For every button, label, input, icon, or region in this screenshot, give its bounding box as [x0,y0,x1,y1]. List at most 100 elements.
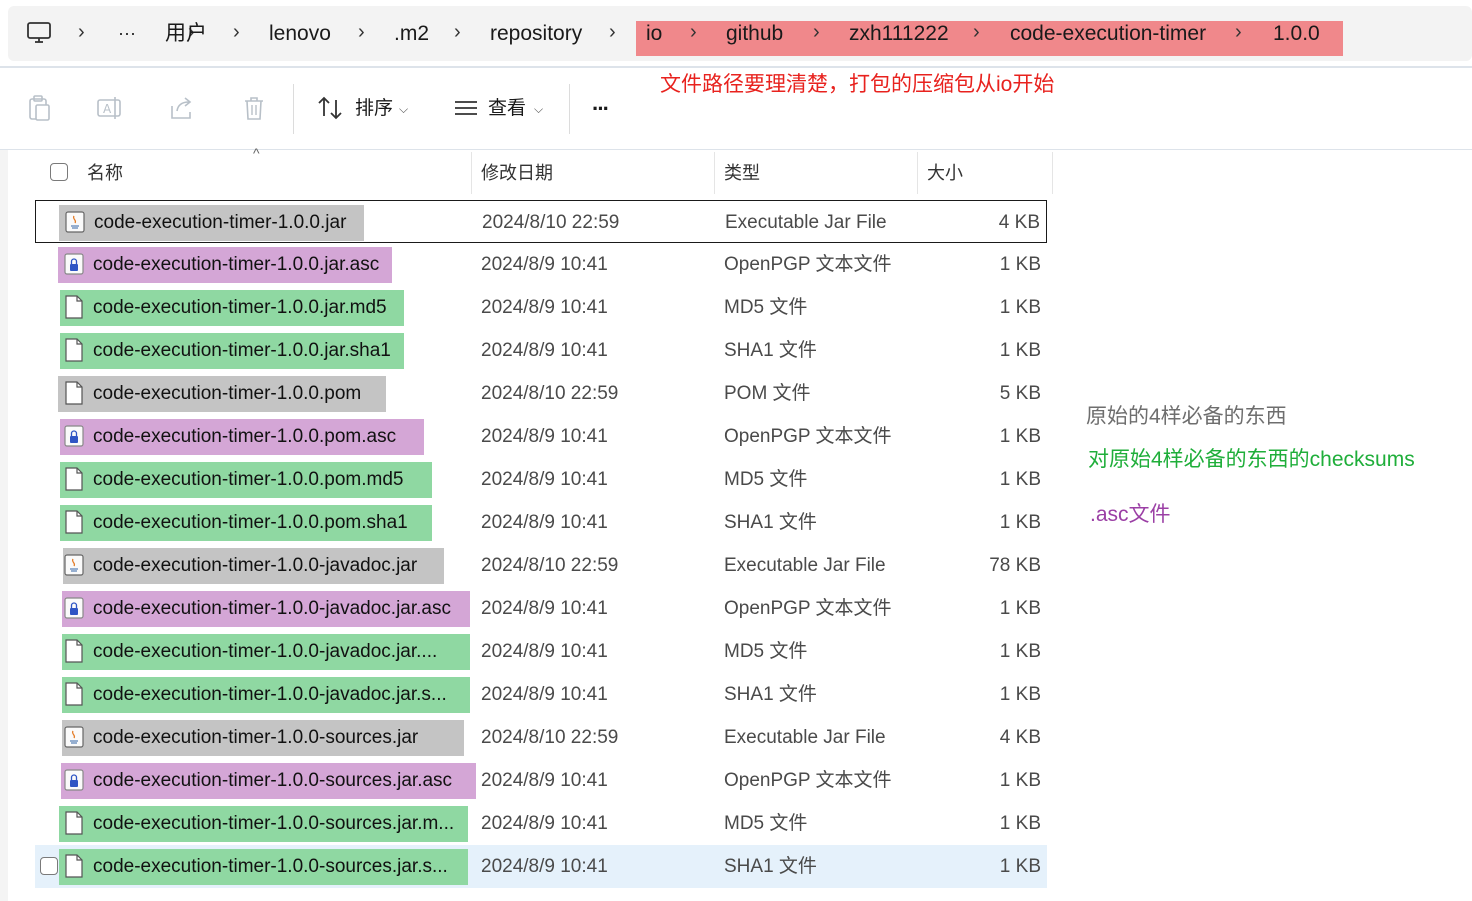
address-bar[interactable]: › ··· › 用户 › lenovo › .m2 › repository ›… [8,6,1472,61]
column-separator[interactable] [1052,152,1053,194]
delete-icon[interactable] [240,94,268,122]
chevron-right-icon[interactable]: › [454,6,461,61]
file-type: OpenPGP 文本文件 [724,426,892,447]
file-date: 2024/8/9 10:41 [481,598,608,619]
file-size: 1 KB [999,340,1041,361]
file-size: 1 KB [999,684,1041,705]
column-header-type[interactable]: 类型 [724,158,760,188]
file-type: Executable Jar File [724,555,886,576]
file-name: code-execution-timer-1.0.0.pom [93,383,362,404]
chevron-right-icon[interactable]: › [690,6,697,61]
lock-file-icon [64,768,84,792]
rename-icon[interactable]: A [96,94,124,122]
chevron-right-icon[interactable]: › [973,6,980,61]
file-icon [64,811,84,835]
more-options-button[interactable]: ··· [592,95,610,123]
file-icon [64,338,84,362]
file-size: 4 KB [998,212,1040,233]
file-type: MD5 文件 [724,469,808,490]
file-icon [64,467,84,491]
file-row[interactable]: code-execution-timer-1.0.0.pom.asc 2024/8… [35,415,1047,458]
chevron-right-icon[interactable]: › [609,6,616,61]
chevron-right-icon[interactable]: › [358,6,365,61]
file-size: 1 KB [999,813,1041,834]
breadcrumb-item-github[interactable]: github [726,6,783,61]
file-size: 1 KB [999,512,1041,533]
file-icon [64,295,84,319]
column-separator[interactable] [471,152,472,194]
view-button[interactable]: 查看 [488,95,526,123]
chevron-right-icon[interactable]: › [813,6,820,61]
file-name: code-execution-timer-1.0.0-sources.jar.s… [93,856,448,877]
file-date: 2024/8/9 10:41 [481,770,608,791]
chevron-right-icon[interactable]: › [233,6,240,61]
select-all-checkbox[interactable] [50,163,68,181]
file-row[interactable]: code-execution-timer-1.0.0-sources.jar.a… [35,759,1047,802]
file-row[interactable]: code-execution-timer-1.0.0.jar.asc 2024/8… [35,243,1047,286]
file-row[interactable]: code-execution-timer-1.0.0-sources.jar.s… [35,845,1047,888]
file-row[interactable]: code-execution-timer-1.0.0.pom.sha1 2024/… [35,501,1047,544]
navigation-pane-edge [0,150,8,901]
breadcrumb-item-version[interactable]: 1.0.0 [1273,6,1320,61]
file-row[interactable]: code-execution-timer-1.0.0.jar.md5 2024/8… [35,286,1047,329]
chevron-right-icon[interactable]: › [1235,6,1242,61]
toolbar-divider [0,149,1472,150]
chevron-down-icon[interactable]: ⌵ [534,95,543,123]
breadcrumb-item-io[interactable]: io [646,6,662,61]
file-name: code-execution-timer-1.0.0-sources.jar [93,727,419,748]
file-size: 5 KB [999,383,1041,404]
file-name: code-execution-timer-1.0.0-sources.jar.a… [93,770,453,791]
jar-icon [65,210,85,234]
file-size: 1 KB [999,254,1041,275]
file-row[interactable]: code-execution-timer-1.0.0-sources.jar.m… [35,802,1047,845]
file-size: 1 KB [999,770,1041,791]
file-type: Executable Jar File [725,212,887,233]
breadcrumb-item-lenovo[interactable]: lenovo [269,6,331,61]
file-row[interactable]: code-execution-timer-1.0.0-javadoc.jar 20… [35,544,1047,587]
file-size: 78 KB [989,555,1041,576]
file-row[interactable]: code-execution-timer-1.0.0-javadoc.jar.a… [35,587,1047,630]
file-name: code-execution-timer-1.0.0.jar.sha1 [93,340,391,361]
file-type: OpenPGP 文本文件 [724,770,892,791]
file-row[interactable]: code-execution-timer-1.0.0.pom 2024/8/10 … [35,372,1047,415]
view-icon[interactable] [452,94,480,122]
file-size: 1 KB [999,598,1041,619]
sort-button[interactable]: 排序 [355,95,393,123]
computer-icon[interactable] [26,20,52,46]
file-row[interactable]: code-execution-timer-1.0.0.pom.md5 2024/8… [35,458,1047,501]
column-header-size[interactable]: 大小 [927,158,963,188]
breadcrumb-item-repository[interactable]: repository [490,6,582,61]
breadcrumb-item-code-execution-timer[interactable]: code-execution-timer [1010,6,1206,61]
chevron-right-icon[interactable]: › [78,6,85,61]
share-icon[interactable] [168,94,196,122]
file-icon [64,854,84,878]
column-header-date[interactable]: 修改日期 [481,158,553,188]
breadcrumb-more[interactable]: ··· [118,6,136,61]
breadcrumb-item-users[interactable]: 用户 [165,6,207,61]
breadcrumb-item-m2[interactable]: .m2 [394,6,429,61]
file-type: OpenPGP 文本文件 [724,598,892,619]
file-name: code-execution-timer-1.0.0-javadoc.jar [93,555,418,576]
lock-file-icon [64,424,84,448]
file-size: 1 KB [999,856,1041,877]
paste-icon[interactable] [25,94,53,122]
file-date: 2024/8/9 10:41 [481,813,608,834]
breadcrumb-item-zxh111222[interactable]: zxh111222 [849,6,949,61]
file-date: 2024/8/10 22:59 [482,212,620,233]
file-type: SHA1 文件 [724,512,817,533]
file-row[interactable]: code-execution-timer-1.0.0-sources.jar 20… [35,716,1047,759]
row-checkbox[interactable] [40,857,58,875]
file-row[interactable]: code-execution-timer-1.0.0.jar 2024/8/10 … [35,200,1047,243]
column-separator[interactable] [714,152,715,194]
file-type: MD5 文件 [724,641,808,662]
file-row[interactable]: code-execution-timer-1.0.0-javadoc.jar.s… [35,673,1047,716]
chevron-down-icon[interactable]: ⌵ [399,95,408,123]
sort-icon[interactable] [316,94,344,122]
file-name: code-execution-timer-1.0.0-javadoc.jar.a… [93,598,452,619]
file-row[interactable]: code-execution-timer-1.0.0-javadoc.jar..… [35,630,1047,673]
file-icon [64,639,84,663]
toolbar-separator [569,84,570,134]
file-row[interactable]: code-execution-timer-1.0.0.jar.sha1 2024/… [35,329,1047,372]
column-header-name[interactable]: 名称 [87,158,123,188]
column-separator[interactable] [917,152,918,194]
